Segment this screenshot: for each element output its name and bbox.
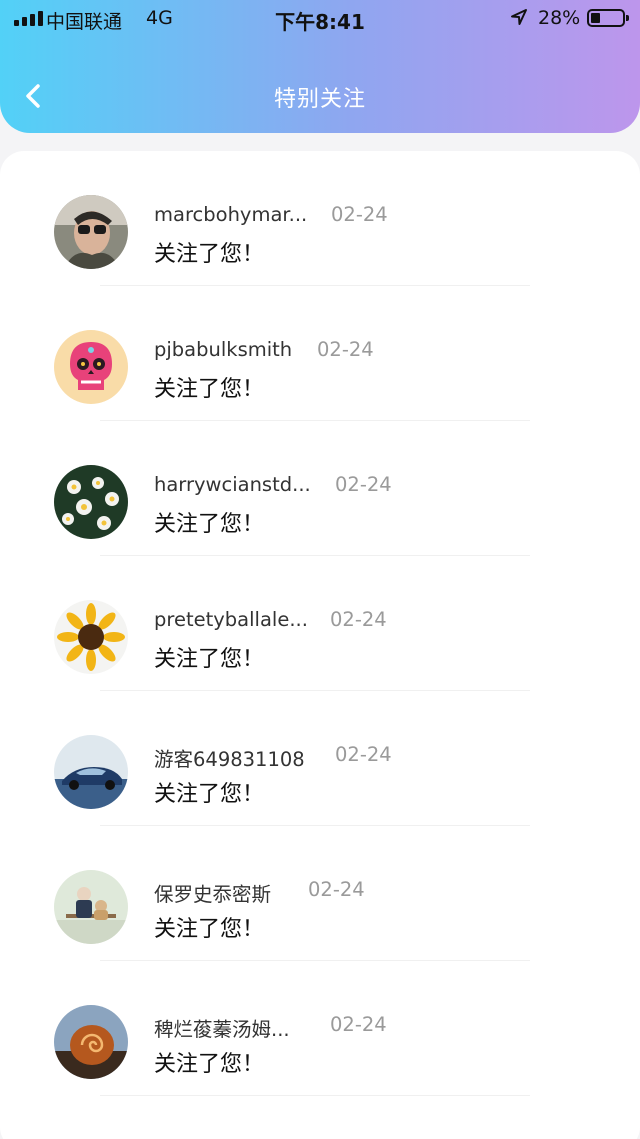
message: 关注了您！ bbox=[154, 1052, 265, 1077]
message: 关注了您！ bbox=[154, 512, 265, 537]
list-item[interactable]: marcbohymar... 02-24 关注了您！ bbox=[0, 151, 640, 286]
avatar bbox=[54, 870, 128, 944]
date: 02-24 bbox=[317, 338, 374, 361]
username: 稗烂葰蓁汤姆... bbox=[154, 1018, 290, 1041]
username: 保罗史忝密斯 bbox=[154, 883, 272, 906]
list-item[interactable]: harrywcianstd... 02-24 关注了您！ bbox=[0, 421, 640, 556]
date: 02-24 bbox=[308, 878, 365, 901]
username: pjbabulksmith bbox=[154, 338, 293, 361]
list-item[interactable]: 游客649831108 02-24 关注了您！ bbox=[0, 691, 640, 826]
message: 关注了您！ bbox=[154, 647, 265, 672]
location-arrow-icon bbox=[511, 9, 527, 25]
username: marcbohymar... bbox=[154, 203, 308, 226]
avatar bbox=[54, 465, 128, 539]
battery-icon bbox=[587, 9, 629, 27]
status-bar: 中国联通 4G 下午8:41 28% bbox=[0, 0, 640, 36]
list-item[interactable]: pjbabulksmith 02-24 关注了您！ bbox=[0, 286, 640, 421]
battery-percent: 28% bbox=[538, 7, 581, 29]
avatar bbox=[54, 195, 128, 269]
message: 关注了您！ bbox=[154, 242, 265, 267]
avatar bbox=[54, 735, 128, 809]
page-title: 特别关注 bbox=[273, 87, 366, 112]
list-item[interactable]: 稗烂葰蓁汤姆... 02-24 关注了您！ bbox=[0, 961, 640, 1096]
message: 关注了您！ bbox=[154, 917, 265, 942]
list-item[interactable]: pretetyballale... 02-24 关注了您！ bbox=[0, 556, 640, 691]
avatar bbox=[54, 600, 128, 674]
date: 02-24 bbox=[335, 743, 392, 766]
header: 中国联通 4G 下午8:41 28% 特别关注 bbox=[0, 0, 640, 133]
username: pretetyballale... bbox=[154, 608, 308, 631]
message: 关注了您！ bbox=[154, 782, 265, 807]
username: 游客649831108 bbox=[154, 748, 305, 771]
date: 02-24 bbox=[330, 1013, 387, 1036]
date: 02-24 bbox=[335, 473, 392, 496]
message: 关注了您！ bbox=[154, 377, 265, 402]
avatar bbox=[54, 1005, 128, 1079]
date: 02-24 bbox=[331, 203, 388, 226]
username: harrywcianstd... bbox=[154, 473, 311, 496]
list-item[interactable]: 保罗史忝密斯 02-24 关注了您！ bbox=[0, 826, 640, 961]
avatar bbox=[54, 330, 128, 404]
date: 02-24 bbox=[330, 608, 387, 631]
divider bbox=[100, 1095, 530, 1096]
notification-list: marcbohymar... 02-24 关注了您！ pjbabulksmith… bbox=[0, 151, 640, 1139]
